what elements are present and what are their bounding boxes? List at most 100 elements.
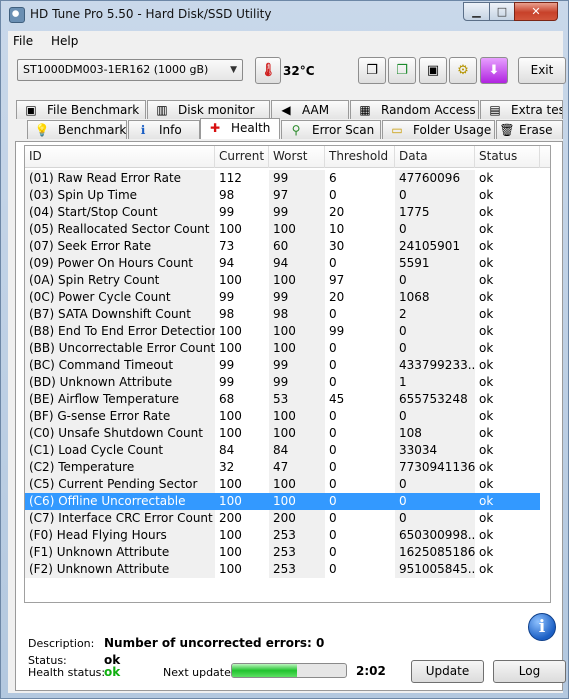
health-status-value: ok xyxy=(104,665,121,679)
exit-button[interactable]: Exit xyxy=(518,57,566,84)
options-button[interactable]: ⚙ xyxy=(449,57,477,84)
smart-table[interactable]: ID Current Worst Threshold Data Status (… xyxy=(24,145,551,603)
table-row[interactable]: (C2) Temperature 32 47 0 77309411360 ok xyxy=(25,459,550,476)
menu-help[interactable]: Help xyxy=(51,34,78,48)
client-area: File Help ST1000DM003-1ER162 (1000 gB) ▼… xyxy=(8,31,566,693)
cell-threshold: 20 xyxy=(329,290,345,304)
table-row[interactable]: (C5) Current Pending Sector 100 100 0 0 ok xyxy=(25,476,550,493)
cell-worst: 99 xyxy=(269,170,325,187)
tab-folder-usage[interactable]: ▭ Folder Usage xyxy=(382,120,495,139)
table-row[interactable]: (03) Spin Up Time 98 97 0 0 ok xyxy=(25,187,550,204)
table-row[interactable]: (BC) Command Timeout 99 99 0 433799233... ok xyxy=(25,357,550,374)
column-header-worst[interactable]: Worst xyxy=(269,146,325,168)
column-header-current[interactable]: Current xyxy=(215,146,269,168)
table-row[interactable]: (F1) Unknown Attribute 100 253 0 16250851867… xyxy=(25,544,550,561)
close-button[interactable]: ✕ xyxy=(514,2,558,21)
progress-fill xyxy=(232,664,297,677)
cell-id: (C2) Temperature xyxy=(25,459,215,476)
cell-status: ok xyxy=(479,188,494,202)
tab-benchmark[interactable]: 💡 Benchmark xyxy=(27,120,127,139)
random-access-icon: ▦ xyxy=(359,103,371,117)
save-button[interactable]: ⬇ xyxy=(480,57,508,84)
tab-disk-monitor[interactable]: ▥ Disk monitor xyxy=(147,100,270,119)
table-row[interactable]: (BD) Unknown Attribute 99 99 0 1 ok xyxy=(25,374,550,391)
column-header-data[interactable]: Data xyxy=(395,146,475,168)
cell-id: (C0) Unsafe Shutdown Count xyxy=(25,425,215,442)
tab-health[interactable]: ✚ Health xyxy=(200,118,280,139)
tab-error-scan[interactable]: ⚲ Error Scan xyxy=(281,120,381,139)
cell-status: ok xyxy=(479,205,494,219)
update-button[interactable]: Update xyxy=(411,660,484,683)
drive-select[interactable]: ST1000DM003-1ER162 (1000 gB) ▼ xyxy=(17,59,243,81)
table-row[interactable]: (05) Reallocated Sector Count 100 100 10 0 ok xyxy=(25,221,550,238)
cell-worst: 84 xyxy=(269,442,325,459)
cell-worst: 99 xyxy=(269,374,325,391)
table-row[interactable]: (BB) Uncorrectable Error Count 100 100 0 0 ok xyxy=(25,340,550,357)
menu-file[interactable]: File xyxy=(13,34,33,48)
cell-id: (04) Start/Stop Count xyxy=(25,204,215,221)
cell-current: 99 xyxy=(219,205,235,219)
minimize-button[interactable]: ▁ xyxy=(463,2,490,21)
table-row[interactable]: (0C) Power Cycle Count 99 99 20 1068 ok xyxy=(25,289,550,306)
column-header-id[interactable]: ID xyxy=(25,146,215,168)
cell-current: 99 xyxy=(219,290,235,304)
copy-green-icon: ❐ xyxy=(396,63,408,78)
table-row[interactable]: (BE) Airflow Temperature 68 53 45 655753248 o… xyxy=(25,391,550,408)
table-row[interactable]: (C6) Offline Uncorrectable 100 100 0 0 ok xyxy=(25,493,550,510)
cell-data: 951005845... xyxy=(395,561,475,578)
cell-id: (0A) Spin Retry Count xyxy=(25,272,215,289)
cell-threshold: 0 xyxy=(329,511,337,525)
cell-status: ok xyxy=(479,358,494,372)
table-row[interactable]: (01) Raw Read Error Rate 112 99 6 47760096 ok xyxy=(25,170,550,187)
benchmark-icon: 💡 xyxy=(34,123,50,137)
column-header-threshold[interactable]: Threshold xyxy=(325,146,395,168)
screenshot-button[interactable]: ▣ xyxy=(419,57,447,84)
table-row[interactable]: (B8) End To End Error Detection 100 100 99 0… xyxy=(25,323,550,340)
maximize-button[interactable]: □ xyxy=(489,2,515,21)
cell-current: 94 xyxy=(219,256,235,270)
magnifier-icon: ⚲ xyxy=(291,123,301,137)
cell-threshold: 0 xyxy=(329,375,337,389)
table-row[interactable]: (0A) Spin Retry Count 100 100 97 0 ok xyxy=(25,272,550,289)
tab-erase[interactable]: 🗑 Erase xyxy=(496,120,563,139)
copy-icon: ❐ xyxy=(366,63,378,78)
cell-threshold: 0 xyxy=(329,188,337,202)
tab-label: Erase xyxy=(519,123,553,137)
cell-id: (03) Spin Up Time xyxy=(25,187,215,204)
cell-worst: 60 xyxy=(269,238,325,255)
table-row[interactable]: (C7) Interface CRC Error Count 200 200 0 0 ok xyxy=(25,510,550,527)
log-button[interactable]: Log xyxy=(493,660,566,683)
copy-info-button[interactable]: ❐ xyxy=(358,57,386,84)
tab-info[interactable]: ℹ Info xyxy=(128,120,200,139)
table-row[interactable]: (B7) SATA Downshift Count 98 98 0 2 ok xyxy=(25,306,550,323)
cell-data: 0 xyxy=(395,323,475,340)
cell-data: 655753248 xyxy=(395,391,475,408)
cell-data: 1775 xyxy=(395,204,475,221)
file-benchmark-icon: ▣ xyxy=(25,103,37,117)
tab-label: File Benchmark xyxy=(47,103,140,117)
table-row[interactable]: (C0) Unsafe Shutdown Count 100 100 0 108 ok xyxy=(25,425,550,442)
column-header-status[interactable]: Status xyxy=(475,146,540,168)
table-row[interactable]: (07) Seek Error Rate 73 60 30 24105901 ok xyxy=(25,238,550,255)
copy-screenshot-button[interactable]: ❐ xyxy=(388,57,416,84)
tab-aam[interactable]: ◀ AAM xyxy=(271,100,349,119)
thermometer-icon[interactable]: 🌡 xyxy=(255,57,281,84)
table-row[interactable]: (F0) Head Flying Hours 100 253 0 650300998..… xyxy=(25,527,550,544)
tab-extra-tests[interactable]: ▤ Extra tests xyxy=(480,100,563,119)
cell-worst: 253 xyxy=(269,561,325,578)
health-cross-icon: ✚ xyxy=(209,121,221,135)
tab-random-access[interactable]: ▦ Random Access xyxy=(350,100,479,119)
cell-status: ok xyxy=(479,443,494,457)
table-row[interactable]: (04) Start/Stop Count 99 99 20 1775 ok xyxy=(25,204,550,221)
cell-current: 99 xyxy=(219,358,235,372)
cell-id: (07) Seek Error Rate xyxy=(25,238,215,255)
tab-file-benchmark[interactable]: ▣ File Benchmark xyxy=(16,100,146,119)
table-row[interactable]: (BF) G-sense Error Rate 100 100 0 0 ok xyxy=(25,408,550,425)
table-row[interactable]: (09) Power On Hours Count 94 94 0 5591 ok xyxy=(25,255,550,272)
cell-current: 84 xyxy=(219,443,235,457)
table-row[interactable]: (F2) Unknown Attribute 100 253 0 951005845..… xyxy=(25,561,550,578)
title-bar[interactable]: HD Tune Pro 5.50 - Hard Disk/SSD Utility… xyxy=(1,1,568,31)
info-circle-icon[interactable]: i xyxy=(528,613,556,641)
table-row[interactable]: (C1) Load Cycle Count 84 84 0 33034 ok xyxy=(25,442,550,459)
cell-status: ok xyxy=(479,477,494,491)
